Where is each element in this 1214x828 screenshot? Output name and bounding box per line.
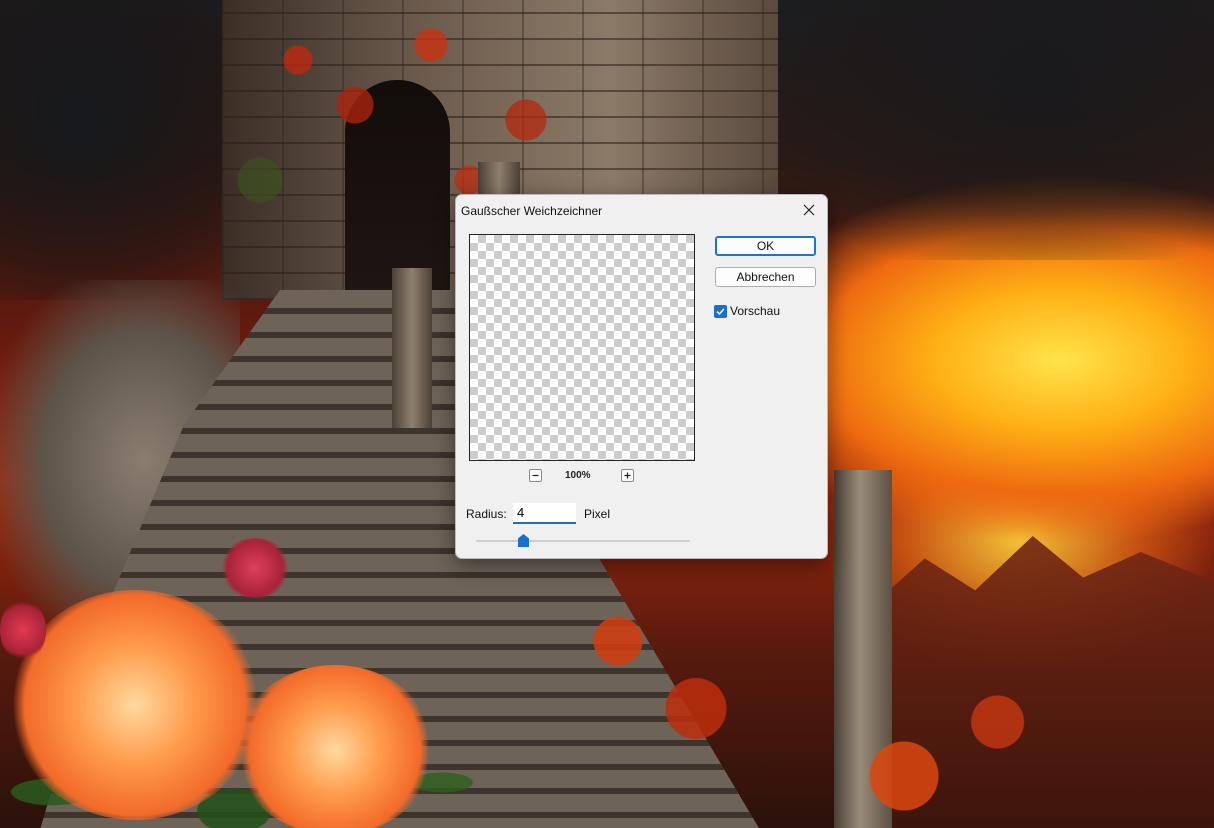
preview-area[interactable] — [469, 234, 695, 461]
plus-icon — [624, 472, 631, 479]
pillar-middle — [392, 268, 432, 428]
zoom-controls: 100% — [469, 469, 695, 485]
zoom-in-button[interactable] — [621, 469, 634, 482]
radius-input[interactable] — [513, 503, 576, 524]
flower-bud — [220, 538, 290, 598]
cancel-button[interactable]: Abbrechen — [715, 267, 816, 287]
zoom-level: 100% — [565, 470, 591, 481]
dialog-title: Gaußscher Weichzeichner — [461, 204, 603, 218]
minus-icon — [532, 474, 539, 477]
close-icon — [803, 204, 815, 216]
radius-slider-thumb[interactable] — [517, 534, 529, 547]
dark-clouds-right — [760, 0, 1214, 260]
dahlia-flower-large — [10, 590, 260, 820]
gaussian-blur-dialog: Gaußscher Weichzeichner 100% OK Abbreche… — [455, 194, 828, 559]
dark-clouds-left — [0, 0, 260, 300]
ok-button[interactable]: OK — [715, 236, 816, 256]
autumn-leaves — [540, 560, 1060, 828]
dahlia-flower-small — [235, 665, 435, 828]
close-button[interactable] — [795, 197, 823, 223]
preview-checkbox[interactable] — [714, 304, 727, 318]
radius-label: Radius: — [466, 507, 507, 521]
dialog-titlebar[interactable]: Gaußscher Weichzeichner — [456, 195, 827, 227]
zoom-out-button[interactable] — [529, 469, 542, 482]
radius-unit-label: Pixel — [584, 507, 611, 521]
preview-toggle[interactable]: Vorschau — [714, 303, 780, 319]
flower-bud-left — [0, 598, 46, 662]
checkmark-icon — [716, 307, 725, 315]
radius-slider-track[interactable] — [476, 540, 690, 542]
preview-label: Vorschau — [730, 304, 781, 318]
